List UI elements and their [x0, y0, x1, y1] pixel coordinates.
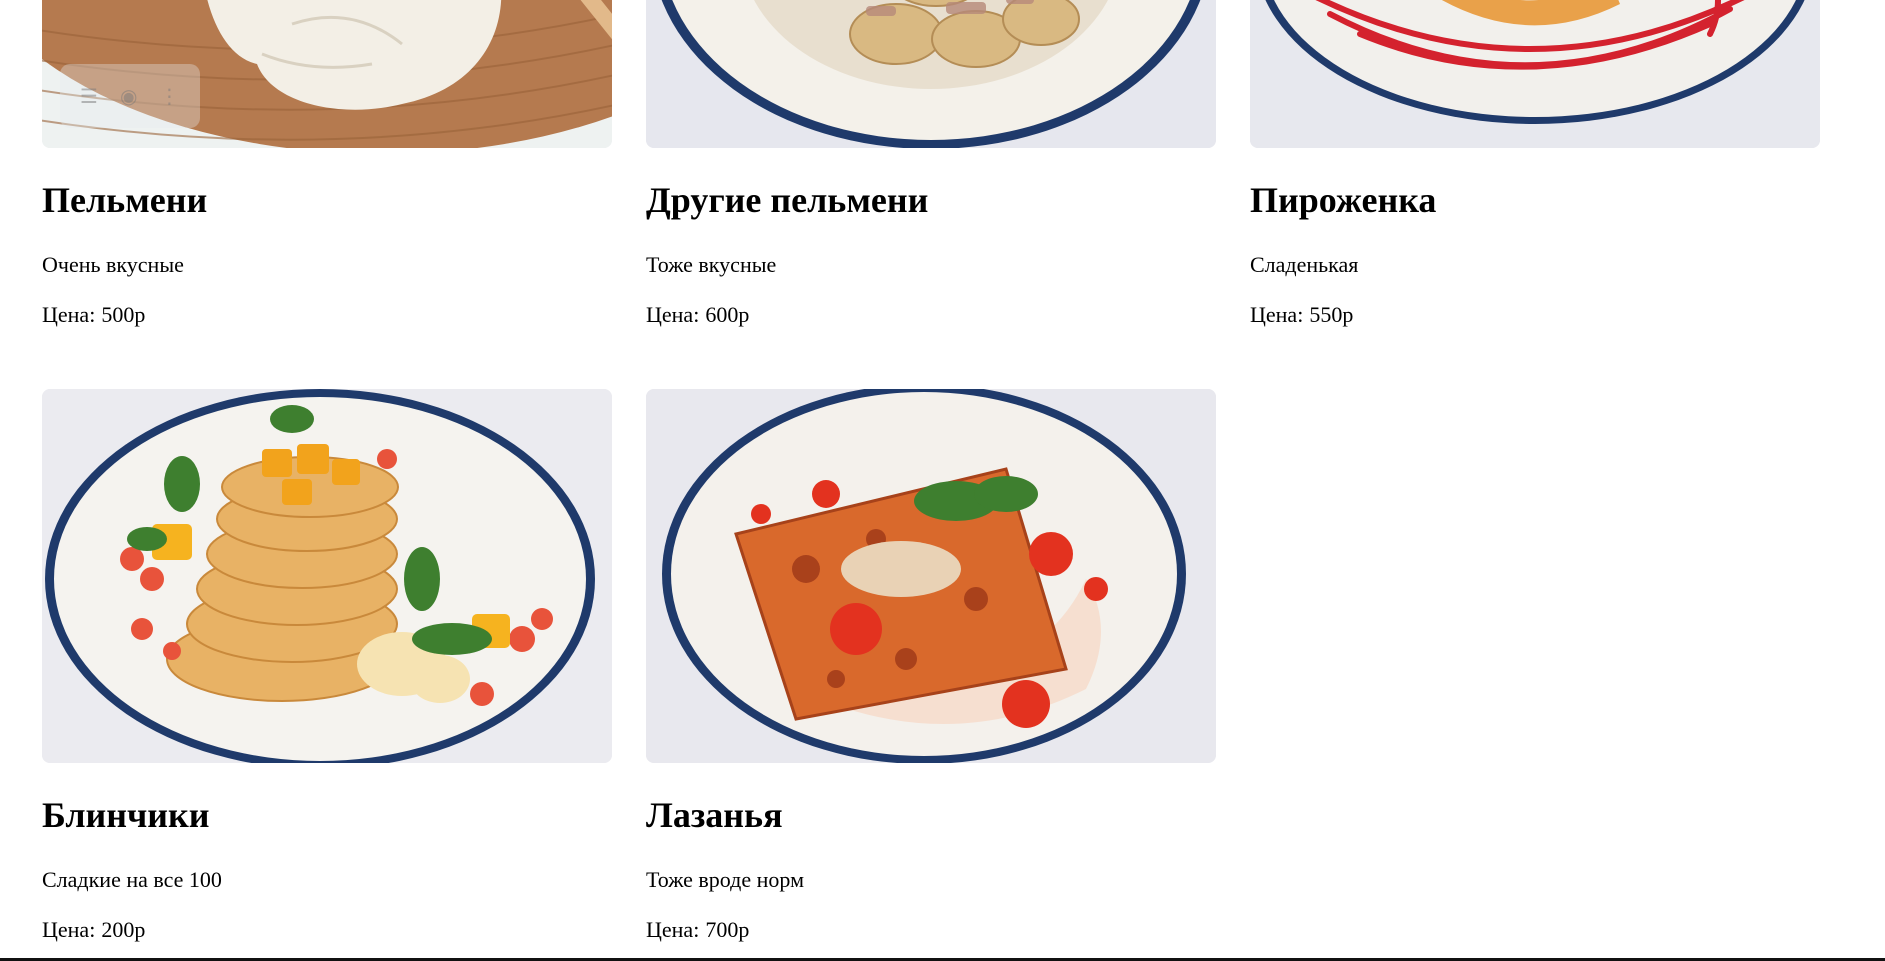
dish-title: Другие пельмени — [646, 180, 929, 220]
dish-photo[interactable] — [646, 389, 1216, 763]
dish-title: Лазанья — [646, 795, 783, 835]
dish-title: Пельмени — [42, 180, 208, 220]
bookmark-icon[interactable]: ☰ — [80, 84, 98, 108]
dumplings-plate-photo — [646, 0, 1216, 148]
more-icon[interactable]: ⋮ — [159, 84, 179, 108]
price-value: 550р — [1309, 302, 1354, 327]
dish-photo[interactable]: ☰ ◉ ⋮ — [42, 0, 612, 148]
dish-description: Сладкие на все 100 — [42, 867, 222, 892]
dish-price: Цена: 200р — [42, 917, 145, 943]
dish-price: Цена: 600р — [646, 302, 749, 328]
dish-description: Сладенькая — [1250, 252, 1359, 277]
price-value: 500р — [101, 302, 146, 327]
dish-price: Цена: 550р — [1250, 302, 1353, 328]
camera-icon[interactable]: ◉ — [120, 84, 137, 108]
image-toolbar: ☰ ◉ ⋮ — [60, 64, 200, 128]
dish-title: Пироженка — [1250, 180, 1437, 220]
price-label: Цена: — [42, 302, 96, 327]
dish-description: Тоже вроде норм — [646, 867, 804, 892]
dish-description: Очень вкусные — [42, 252, 184, 277]
price-value: 700р — [705, 917, 750, 942]
lasagna-plate-photo — [646, 389, 1216, 763]
dish-price: Цена: 500р — [42, 302, 145, 328]
price-label: Цена: — [646, 917, 700, 942]
menu-grid: ☰ ◉ ⋮ Пельмени Очень вкусные Цена:500р — [0, 0, 1885, 961]
dish-photo[interactable] — [1250, 0, 1820, 148]
price-label: Цена: — [646, 302, 700, 327]
dish-photo[interactable] — [646, 0, 1216, 148]
price-label: Цена: — [1250, 302, 1304, 327]
price-value: 200р — [101, 917, 146, 942]
dish-title: Блинчики — [42, 795, 210, 835]
dish-price: Цена: 700р — [646, 917, 749, 943]
dessert-plate-photo — [1250, 0, 1820, 148]
dish-description: Тоже вкусные — [646, 252, 777, 277]
price-label: Цена: — [42, 917, 96, 942]
pancakes-plate-photo — [42, 389, 612, 763]
price-value: 600р — [705, 302, 750, 327]
dish-photo[interactable] — [42, 389, 612, 763]
